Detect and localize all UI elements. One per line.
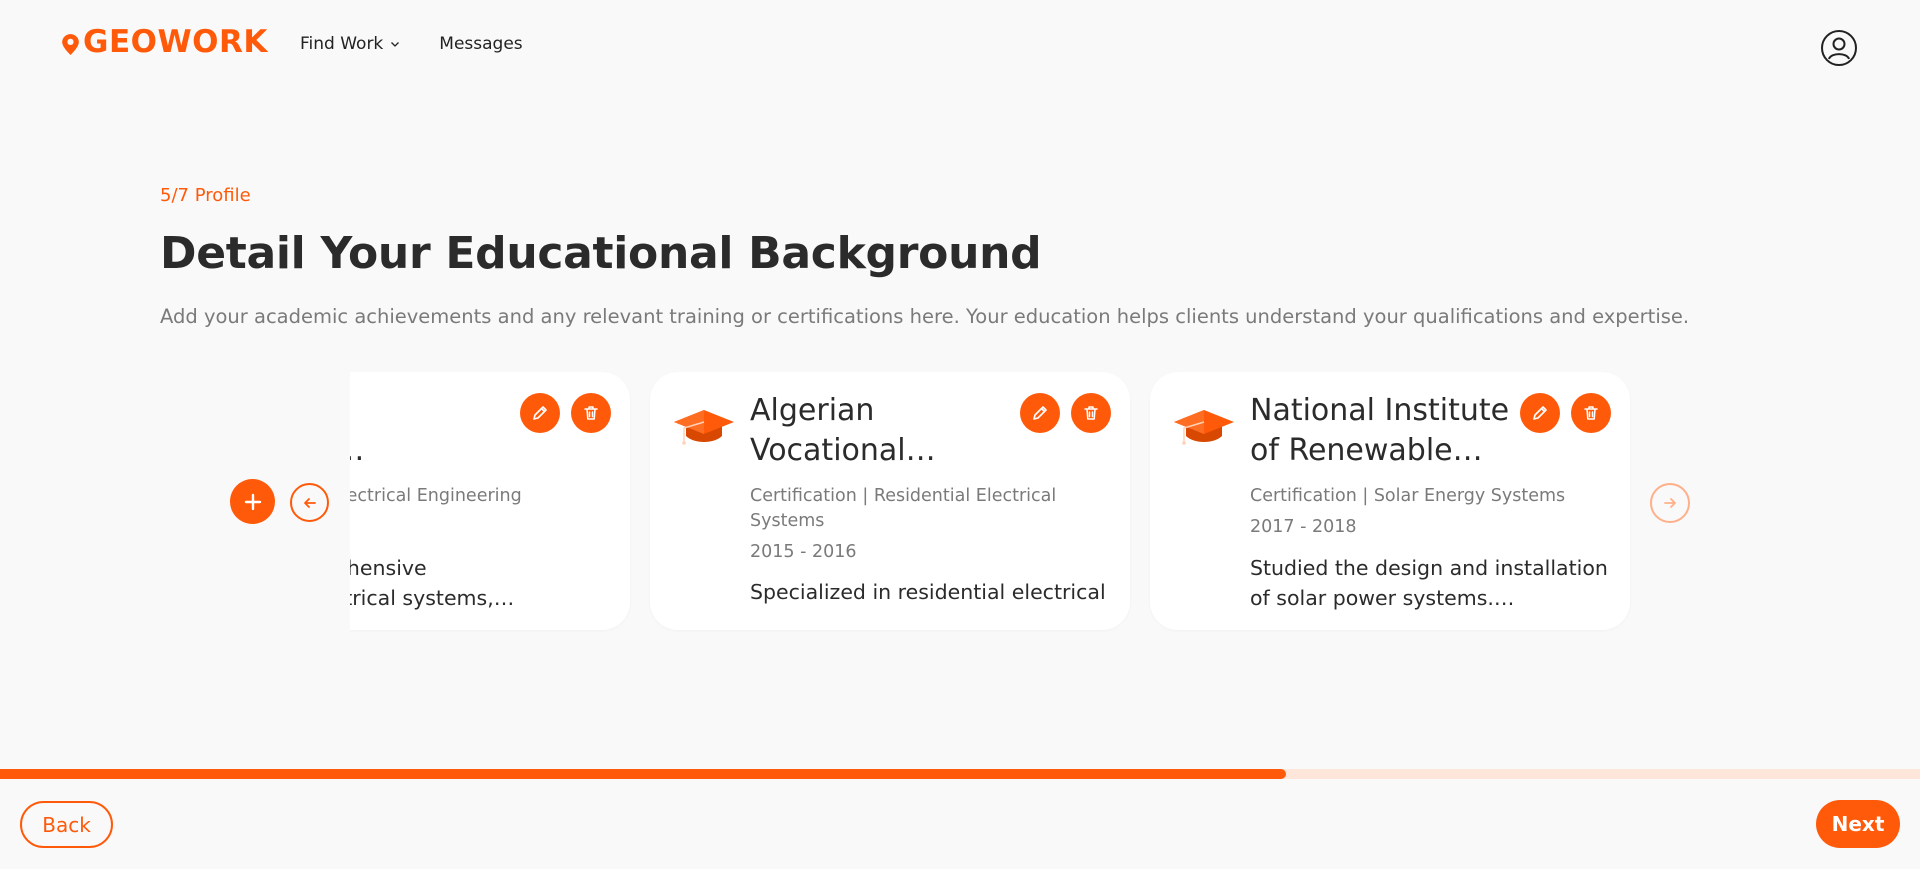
nav-messages-label: Messages	[439, 34, 523, 54]
card-actions	[1520, 393, 1611, 433]
trash-icon	[1584, 406, 1598, 420]
nav-find-work[interactable]: Find Work	[300, 34, 401, 54]
plus-icon	[244, 493, 261, 510]
pencil-icon	[1033, 406, 1047, 420]
education-meta: Certification | Solar Energy Systems	[1250, 486, 1566, 506]
education-description: Specialized in residential electrical	[750, 580, 1106, 604]
page-subtitle: Add your academic achievements and any r…	[160, 305, 1690, 328]
arrow-left-icon	[303, 497, 316, 508]
edit-button[interactable]	[1020, 393, 1060, 433]
arrow-right-icon	[1664, 498, 1676, 508]
add-education-button[interactable]	[230, 479, 275, 524]
education-card: sity of e and… Degree | Electrical Engin…	[350, 372, 630, 630]
education-card: Algerian Vocational… Certification | Res…	[650, 372, 1130, 630]
trash-icon	[584, 406, 598, 420]
pencil-icon	[1533, 406, 1547, 420]
profile-progress-fill	[0, 769, 1287, 779]
graduation-cap-icon	[1174, 410, 1234, 445]
user-circle-icon[interactable]	[1820, 29, 1858, 67]
page-title: Detail Your Educational Background	[160, 228, 1042, 279]
education-carousel: sity of e and… Degree | Electrical Engin…	[350, 370, 1635, 634]
chevron-down-icon	[391, 42, 400, 47]
education-institution: sity of e and…	[350, 391, 530, 471]
edit-button[interactable]	[520, 393, 560, 433]
nav-find-work-label: Find Work	[300, 34, 384, 54]
education-years: 2015 - 2016	[750, 542, 857, 562]
education-description: d comprehensive rk in electrical systems…	[350, 556, 515, 610]
delete-button[interactable]	[1071, 393, 1111, 433]
carousel-next-button[interactable]	[1650, 483, 1690, 523]
education-meta: Degree | Electrical Engineering	[350, 486, 522, 506]
back-button[interactable]: Back	[20, 801, 113, 848]
trash-icon	[1084, 406, 1098, 420]
delete-button[interactable]	[1571, 393, 1611, 433]
card-actions	[1020, 393, 1111, 433]
pencil-icon	[533, 406, 547, 420]
education-institution: Algerian Vocational…	[750, 393, 936, 468]
graduation-cap-icon	[674, 410, 734, 445]
carousel-prev-button[interactable]	[290, 483, 329, 522]
education-institution: National Institute of Renewable…	[1250, 393, 1510, 468]
logo-pin-icon	[62, 33, 79, 55]
step-indicator: 5/7 Profile	[160, 185, 251, 206]
education-card: National Institute of Renewable… Certifi…	[1150, 372, 1630, 630]
education-meta: Certification | Residential Electrical S…	[750, 486, 1057, 531]
delete-button[interactable]	[571, 393, 611, 433]
next-button[interactable]: Next	[1816, 800, 1900, 848]
profile-progress-bar	[0, 769, 1920, 779]
nav-messages[interactable]: Messages	[439, 34, 522, 54]
logo-text: GEOWORK	[83, 24, 268, 60]
main-nav: Find Work Messages	[300, 34, 523, 54]
education-years: 2017 - 2018	[1250, 517, 1357, 537]
edit-button[interactable]	[1520, 393, 1560, 433]
geowork-logo[interactable]: GEOWORK	[58, 24, 268, 60]
top-header: GEOWORK Find Work Messages	[0, 0, 1920, 94]
card-actions	[520, 393, 611, 433]
education-description: Studied the design and installation of s…	[1250, 556, 1608, 610]
